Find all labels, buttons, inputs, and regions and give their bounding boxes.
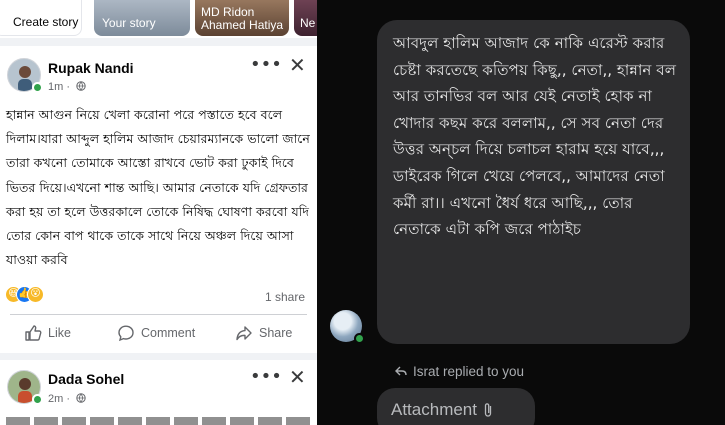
sender-avatar[interactable] xyxy=(330,310,365,344)
friend-story-card[interactable]: MD Ridon Ahamed Hatiya xyxy=(195,0,289,36)
your-story-card[interactable]: Your story xyxy=(94,0,190,36)
paperclip-icon xyxy=(483,402,493,423)
post-text-cropped xyxy=(6,417,312,425)
your-story-label: Your story xyxy=(102,16,156,30)
feed-post: Dada Sohel 2m · ••• ✕ xyxy=(0,360,317,425)
divider xyxy=(10,314,307,315)
attachment-label: Attachment xyxy=(391,400,477,419)
friend-story-label: Ne xyxy=(300,16,316,30)
post-author-name[interactable]: Rupak Nandi xyxy=(48,60,134,76)
facebook-feed: Create story Your story MD Ridon Ahamed … xyxy=(0,0,317,425)
like-label: Like xyxy=(48,326,71,340)
share-button[interactable]: Share xyxy=(235,322,292,344)
online-indicator xyxy=(32,394,43,405)
reply-arrow-icon xyxy=(395,364,407,379)
messenger-chat: আবদুল হালিম আজাদ কে নাকি এরেস্ট করার চেষ… xyxy=(317,0,725,425)
author-avatar[interactable] xyxy=(7,370,43,405)
feed-post: Rupak Nandi 1m · ••• ✕ হান্নান আগুন নিয়… xyxy=(0,46,317,353)
more-options-icon[interactable]: ••• xyxy=(250,56,282,74)
attachment-bubble[interactable]: Attachment xyxy=(377,388,535,425)
online-indicator xyxy=(354,333,365,344)
share-label: Share xyxy=(259,326,293,340)
received-message-bubble[interactable]: আবদুল হালিম আজাদ কে নাকি এরেস্ট করার চেষ… xyxy=(377,20,690,344)
post-author-name[interactable]: Dada Sohel xyxy=(48,371,124,387)
online-indicator xyxy=(32,82,43,93)
reply-note-text: Israt replied to you xyxy=(413,364,525,379)
post-timestamp[interactable]: 1m · xyxy=(48,81,86,94)
share-count[interactable]: 1 share xyxy=(265,290,305,304)
post-time-text: 2m xyxy=(48,393,64,405)
reply-indicator: Israt replied to you xyxy=(395,364,524,379)
message-text: আবদুল হালিম আজাদ কে নাকি এরেস্ট করার চেষ… xyxy=(393,34,677,239)
post-timestamp[interactable]: 2m · xyxy=(48,393,86,406)
create-story-label: Create story xyxy=(13,15,79,29)
globe-icon xyxy=(76,393,86,406)
comment-icon xyxy=(117,324,135,342)
like-button[interactable]: Like xyxy=(24,322,71,344)
globe-icon xyxy=(76,81,86,94)
close-icon[interactable]: ✕ xyxy=(289,55,306,75)
close-icon[interactable]: ✕ xyxy=(289,367,306,387)
friend-story-card[interactable]: Ne xyxy=(294,0,317,36)
stories-row: Create story Your story MD Ridon Ahamed … xyxy=(0,0,317,38)
share-icon xyxy=(235,324,253,342)
comment-label: Comment xyxy=(141,326,196,340)
friend-story-label: MD Ridon Ahamed Hatiya xyxy=(201,5,284,32)
post-text: হান্নান আগুন নিয়ে খেলা করোনা পরে পস্তাত… xyxy=(6,107,310,268)
like-icon xyxy=(24,324,42,342)
more-options-icon[interactable]: ••• xyxy=(250,368,282,386)
comment-button[interactable]: Comment xyxy=(117,322,195,344)
author-avatar[interactable] xyxy=(7,58,43,93)
wow-reaction-icon: 😮 xyxy=(27,286,44,303)
create-story-card[interactable]: Create story xyxy=(0,0,82,36)
post-time-text: 1m xyxy=(48,81,64,93)
